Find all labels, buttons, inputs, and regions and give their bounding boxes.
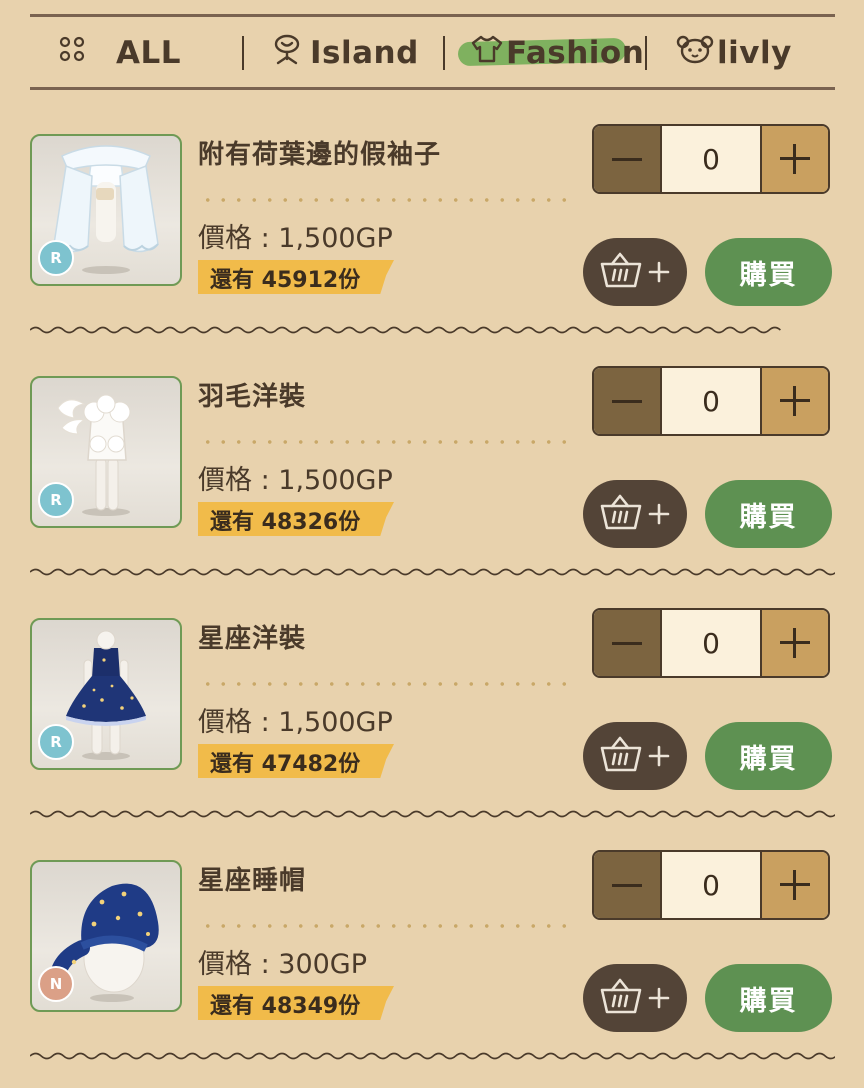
- quantity-value[interactable]: 0: [660, 610, 762, 676]
- tab-fashion[interactable]: Fashion: [470, 18, 644, 88]
- decrease-button[interactable]: [594, 126, 660, 192]
- buy-button[interactable]: 購買: [705, 722, 832, 790]
- add-to-cart-button[interactable]: [583, 238, 687, 306]
- basket-plus-icon: [598, 490, 672, 538]
- product-name: 羽毛洋裝: [198, 382, 307, 412]
- wavy-divider: [30, 326, 781, 334]
- wavy-divider: [30, 568, 835, 576]
- quantity-value[interactable]: 0: [660, 852, 762, 918]
- product-thumbnail[interactable]: R: [30, 134, 182, 286]
- basket-plus-icon: [598, 732, 672, 780]
- stock-count: 還有 45912份: [210, 268, 361, 293]
- quantity-stepper: 0: [592, 608, 830, 678]
- product-name: 星座睡帽: [198, 866, 307, 896]
- basket-plus-icon: [598, 974, 672, 1022]
- stock-count: 還有 47482份: [210, 752, 361, 777]
- buy-button[interactable]: 購買: [705, 480, 832, 548]
- product-thumbnail[interactable]: R: [30, 376, 182, 528]
- dotted-divider: [200, 440, 576, 444]
- rarity-badge: R: [38, 240, 74, 276]
- quantity-stepper: 0: [592, 850, 830, 920]
- tab-livly[interactable]: livly: [675, 18, 792, 88]
- product-price: 價格 : 1,500GP: [198, 223, 393, 254]
- tab-separator: [242, 36, 244, 70]
- add-to-cart-button[interactable]: [583, 722, 687, 790]
- category-tabs: ALL Island Fashion livly: [30, 18, 835, 88]
- add-to-cart-button[interactable]: [583, 480, 687, 548]
- tab-island-label: Island: [310, 35, 419, 71]
- quantity-stepper: 0: [592, 366, 830, 436]
- add-to-cart-button[interactable]: [583, 964, 687, 1032]
- product-row: R 星座洋裝 價格 : 1,500GP 還有 47482份 0 購買: [0, 604, 864, 846]
- basket-plus-icon: [598, 248, 672, 296]
- product-price: 價格 : 300GP: [198, 949, 368, 980]
- grid-dots-icon: [58, 35, 86, 71]
- tab-separator: [645, 36, 647, 70]
- stock-tag: 還有 47482份: [198, 744, 394, 778]
- increase-button[interactable]: [762, 610, 828, 676]
- quantity-stepper: 0: [592, 124, 830, 194]
- increase-button[interactable]: [762, 126, 828, 192]
- decrease-button[interactable]: [594, 852, 660, 918]
- dotted-divider: [200, 198, 576, 202]
- product-price: 價格 : 1,500GP: [198, 707, 393, 738]
- product-name: 星座洋裝: [198, 624, 307, 654]
- stock-tag: 還有 45912份: [198, 260, 394, 294]
- rarity-badge: R: [38, 482, 74, 518]
- tree-icon: [272, 33, 302, 73]
- wavy-divider: [30, 1052, 835, 1060]
- stock-count: 還有 48326份: [210, 510, 361, 535]
- wavy-divider: [30, 810, 835, 818]
- tab-livly-label: livly: [717, 35, 792, 71]
- decrease-button[interactable]: [594, 368, 660, 434]
- tab-all-label: ALL: [116, 35, 181, 71]
- rarity-badge: N: [38, 966, 74, 1002]
- stock-count: 還有 48349份: [210, 994, 361, 1019]
- tabs-bottom-divider: [30, 87, 835, 90]
- tab-all[interactable]: ALL: [58, 18, 181, 88]
- tab-fashion-label: Fashion: [506, 35, 645, 71]
- shirt-icon: [470, 34, 504, 72]
- product-row: R 附有荷葉邊的假袖子 價格 : 1,500GP 還有 45912份 0 購買: [0, 120, 864, 362]
- stock-tag: 還有 48326份: [198, 502, 394, 536]
- product-price: 價格 : 1,500GP: [198, 465, 393, 496]
- product-row: N 星座睡帽 價格 : 300GP 還有 48349份 0 購買: [0, 846, 864, 1088]
- rarity-badge: R: [38, 724, 74, 760]
- quantity-value[interactable]: 0: [660, 368, 762, 434]
- product-name: 附有荷葉邊的假袖子: [198, 140, 442, 170]
- buy-button[interactable]: 購買: [705, 964, 832, 1032]
- dotted-divider: [200, 924, 576, 928]
- increase-button[interactable]: [762, 368, 828, 434]
- decrease-button[interactable]: [594, 610, 660, 676]
- quantity-value[interactable]: 0: [660, 126, 762, 192]
- stock-tag: 還有 48349份: [198, 986, 394, 1020]
- tab-separator: [443, 36, 445, 70]
- dotted-divider: [200, 682, 576, 686]
- product-row: R 羽毛洋裝 價格 : 1,500GP 還有 48326份 0 購買: [0, 362, 864, 604]
- product-thumbnail[interactable]: R: [30, 618, 182, 770]
- livly-face-icon: [675, 33, 715, 73]
- product-thumbnail[interactable]: N: [30, 860, 182, 1012]
- tab-island[interactable]: Island: [272, 18, 419, 88]
- top-divider: [30, 14, 835, 17]
- increase-button[interactable]: [762, 852, 828, 918]
- buy-button[interactable]: 購買: [705, 238, 832, 306]
